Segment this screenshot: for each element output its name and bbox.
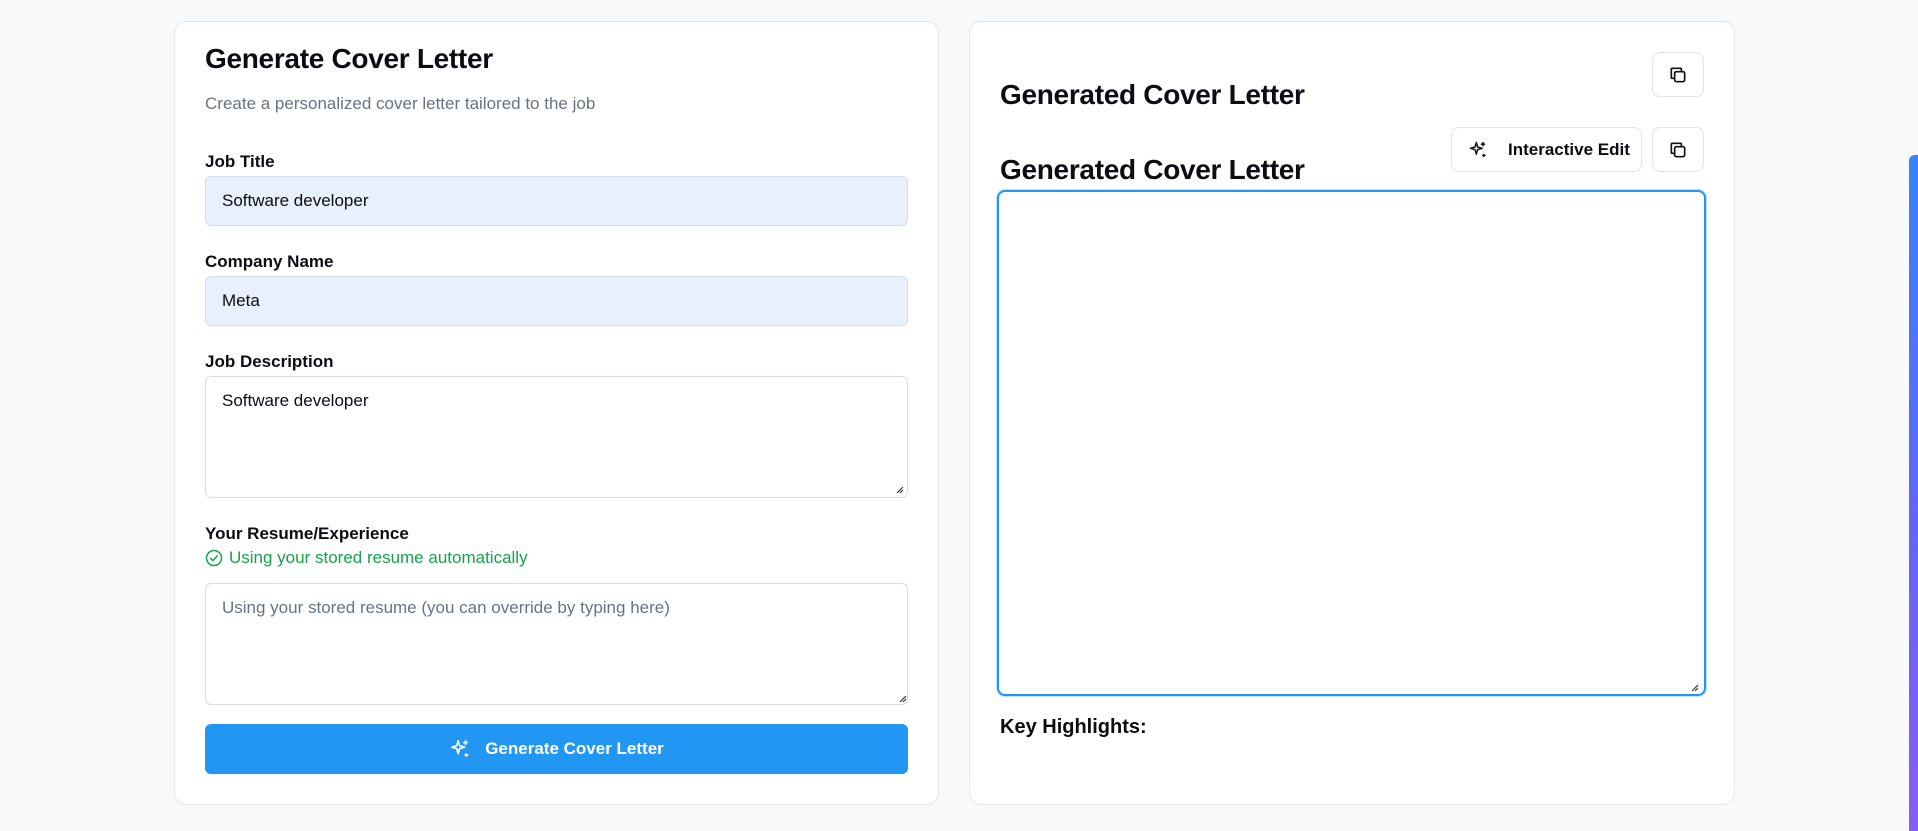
resume-label: Your Resume/Experience bbox=[205, 524, 409, 543]
job-title-value: Software developer bbox=[222, 191, 369, 210]
resize-grip-icon[interactable] bbox=[1689, 682, 1699, 692]
company-name-input[interactable]: Meta bbox=[205, 276, 908, 326]
job-description-label: Job Description bbox=[205, 352, 334, 371]
interactive-edit-button[interactable]: Interactive Edit bbox=[1451, 127, 1642, 172]
form-subtitle: Create a personalized cover letter tailo… bbox=[205, 94, 596, 113]
key-highlights-label: Key Highlights: bbox=[1000, 716, 1147, 738]
copy-icon bbox=[1670, 67, 1686, 82]
resume-textarea[interactable] bbox=[205, 583, 908, 705]
interactive-edit-label: Interactive Edit bbox=[1508, 139, 1630, 159]
job-title-label: Job Title bbox=[205, 152, 275, 171]
sparkles-icon bbox=[1469, 141, 1486, 157]
form-title: Generate Cover Letter bbox=[205, 43, 493, 74]
resume-status-text: Using your stored resume automatically bbox=[229, 548, 528, 567]
generate-button-label: Generate Cover Letter bbox=[485, 739, 664, 758]
company-name-value: Meta bbox=[222, 291, 260, 310]
copy-letter-button[interactable] bbox=[1652, 127, 1704, 172]
scrollbar-thumb[interactable] bbox=[1909, 155, 1918, 831]
editor-title: Generated Cover Letter bbox=[1000, 154, 1305, 185]
job-description-value: Software developer bbox=[222, 391, 369, 410]
job-title-input[interactable]: Software developer bbox=[205, 176, 908, 226]
cover-letter-form-card: Generate Cover Letter Create a personali… bbox=[174, 21, 939, 805]
company-name-label: Company Name bbox=[205, 252, 334, 271]
resize-grip-icon[interactable] bbox=[894, 484, 904, 494]
cover-letter-textarea[interactable] bbox=[997, 190, 1706, 696]
resize-grip-icon[interactable] bbox=[897, 693, 907, 703]
job-description-textarea[interactable]: Software developer bbox=[205, 376, 908, 498]
resume-status: Using your stored resume automatically bbox=[205, 548, 528, 568]
copy-icon bbox=[1670, 142, 1686, 157]
copy-button[interactable] bbox=[1652, 52, 1704, 97]
generated-letter-title: Generated Cover Letter bbox=[1000, 79, 1305, 110]
check-circle-icon bbox=[205, 549, 223, 567]
sparkles-icon bbox=[451, 739, 469, 758]
generate-cover-letter-button[interactable]: Generate Cover Letter bbox=[205, 724, 908, 774]
generated-letter-card: Generated Cover Letter Generated Cover L… bbox=[969, 21, 1735, 805]
